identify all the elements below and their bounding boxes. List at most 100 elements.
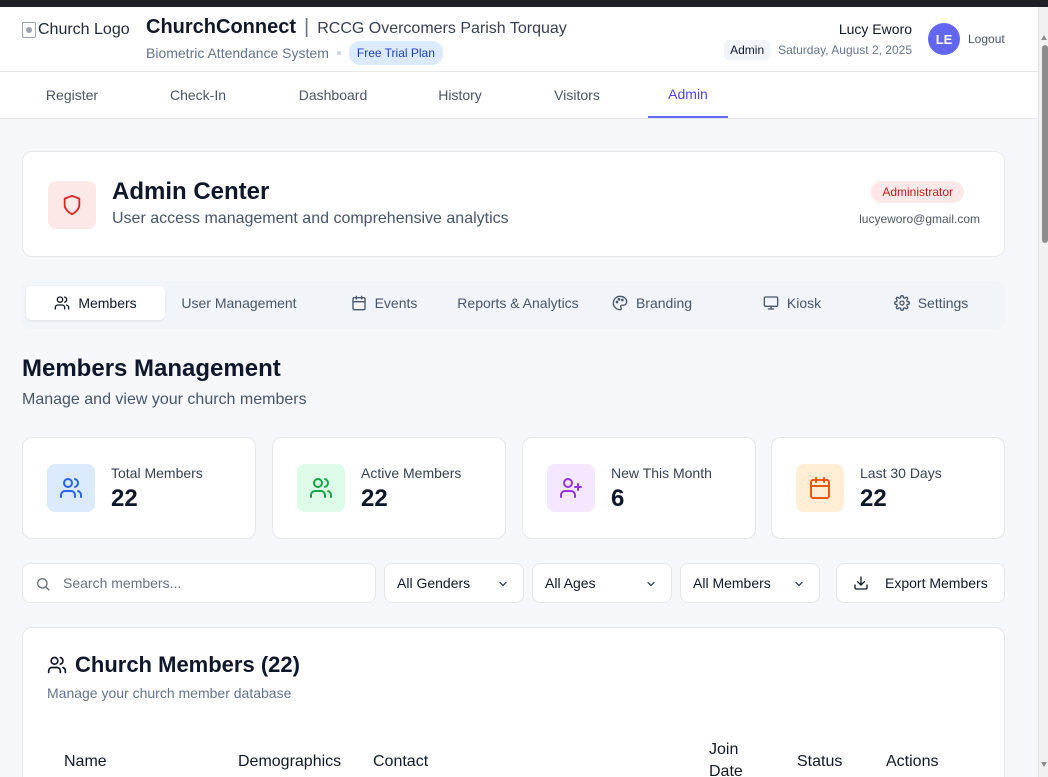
user-meta: Admin Saturday, August 2, 2025	[724, 40, 912, 60]
stat-icon-box	[796, 464, 844, 512]
gear-icon	[893, 295, 910, 311]
page-scrollbar[interactable]	[1038, 7, 1048, 777]
stat-icon-box	[547, 464, 595, 512]
subtab-branding-label: Branding	[635, 295, 693, 311]
column-header-status: Status	[797, 753, 843, 770]
user-name: Lucy Eworo	[838, 21, 912, 37]
subtab-user-management[interactable]: User Management	[168, 286, 310, 320]
subtab-reports[interactable]: Reports & Analytics	[448, 286, 588, 320]
monitor-icon	[763, 296, 779, 310]
tab-admin[interactable]: Admin	[648, 72, 728, 118]
subtab-kiosk[interactable]: Kiosk	[722, 286, 862, 320]
chevron-down-icon	[499, 581, 507, 587]
users-icon	[47, 656, 67, 674]
users-icon	[54, 296, 70, 310]
column-header-date: Date	[709, 763, 743, 777]
admin-center-title: Admin Center	[112, 178, 270, 205]
admin-center-card: Admin Center User access management and …	[22, 151, 1005, 257]
church-logo: Church Logo	[22, 21, 130, 39]
export-members-button[interactable]: Export Members	[836, 563, 1005, 603]
chevron-down-icon	[795, 581, 803, 587]
stat-value: 22	[860, 485, 887, 512]
church-members-title: Church Members (22)	[75, 652, 300, 677]
members-management-subtitle: Manage and view your church members	[22, 391, 307, 408]
column-header-contact: Contact	[373, 753, 429, 770]
tab-visitors[interactable]: Visitors	[537, 72, 617, 118]
stat-value: 22	[361, 485, 388, 512]
admin-subtabs: Members User Management Events Reports &…	[22, 281, 1005, 329]
column-header-actions: Actions	[886, 753, 939, 770]
search-icon	[37, 578, 50, 591]
admin-center-subtitle: User access management and comprehensive…	[112, 210, 509, 227]
search-input[interactable]	[63, 564, 363, 602]
avatar[interactable]: LE	[928, 23, 960, 55]
scrollbar-thumb[interactable]	[1042, 45, 1048, 243]
subtab-settings[interactable]: Settings	[860, 286, 1002, 320]
parish-name: RCCG Overcomers Parish Torquay	[317, 20, 567, 37]
palette-icon	[612, 295, 628, 311]
current-date: Saturday, August 2, 2025	[778, 43, 912, 57]
stat-icon-box	[297, 464, 345, 512]
system-name: Biometric Attendance System	[146, 45, 329, 61]
tab-check-in[interactable]: Check-In	[148, 72, 248, 118]
church-logo-alt-text: Church Logo	[38, 21, 130, 38]
stat-label: Last 30 Days	[860, 465, 942, 481]
subtab-members[interactable]: Members	[26, 286, 165, 320]
stat-label: Active Members	[361, 465, 462, 481]
age-filter-select[interactable]: All Ages	[532, 563, 672, 603]
scroll-up-icon[interactable]	[1041, 35, 1047, 40]
member-type-filter-select[interactable]: All Members	[680, 563, 820, 603]
stat-label: Total Members	[111, 465, 203, 481]
user-plus-icon	[560, 478, 582, 498]
subtab-events[interactable]: Events	[314, 286, 454, 320]
stat-value: 6	[611, 485, 625, 512]
age-filter-value: All Ages	[545, 575, 596, 591]
broken-image-icon	[22, 22, 36, 38]
subtab-reports-label: Reports & Analytics	[457, 295, 579, 311]
stat-label: New This Month	[611, 465, 712, 481]
brand-subrow: Biometric Attendance System Free Trial P…	[146, 41, 443, 65]
members-management-title: Members Management	[22, 355, 281, 382]
brand: ChurchConnect | RCCG Overcomers Parish T…	[146, 16, 567, 39]
tab-dashboard[interactable]: Dashboard	[287, 72, 379, 118]
tab-register[interactable]: Register	[22, 72, 122, 118]
stat-card-active-members: Active Members 22	[272, 437, 506, 539]
plan-badge: Free Trial Plan	[348, 41, 443, 65]
gender-filter-select[interactable]: All Genders	[384, 563, 524, 603]
member-type-filter-value: All Members	[693, 575, 771, 591]
administrator-badge: Administrator	[871, 181, 964, 203]
subtab-members-label: Members	[78, 295, 137, 311]
calendar-icon	[351, 295, 366, 311]
logout-button[interactable]: Logout	[968, 32, 1005, 46]
separator-dot	[336, 51, 341, 55]
window-top-strip	[0, 0, 1048, 7]
app-name: ChurchConnect	[146, 16, 296, 38]
shield-icon	[63, 194, 81, 216]
stat-card-last-30-days: Last 30 Days 22	[771, 437, 1005, 539]
calendar-icon	[810, 477, 830, 499]
scroll-down-icon[interactable]	[1041, 762, 1047, 767]
stat-card-new-this-month: New This Month 6	[522, 437, 756, 539]
gender-filter-value: All Genders	[397, 575, 471, 591]
column-header-demographics: Demographics	[238, 753, 342, 770]
church-members-card: Church Members (22) Manage your church m…	[22, 627, 1005, 777]
stat-value: 22	[111, 485, 138, 512]
admin-email: lucyeworo@gmail.com	[859, 212, 980, 226]
subtab-kiosk-label: Kiosk	[786, 295, 822, 311]
column-header-join: Join	[709, 741, 739, 758]
subtab-branding[interactable]: Branding	[582, 286, 722, 320]
download-icon	[854, 576, 868, 590]
user-role-badge: Admin	[724, 40, 771, 60]
users-icon	[310, 478, 332, 498]
stat-icon-box	[47, 464, 95, 512]
subtab-user-management-label: User Management	[181, 295, 297, 311]
stat-card-total-members: Total Members 22	[22, 437, 256, 539]
users-icon	[60, 478, 82, 498]
church-members-subtitle: Manage your church member database	[47, 685, 292, 701]
app-header: Church Logo ChurchConnect | RCCG Overcom…	[0, 7, 1038, 72]
church-members-heading: Church Members (22)	[47, 652, 300, 678]
tab-history[interactable]: History	[420, 72, 500, 118]
brand-separator: |	[304, 16, 310, 38]
chevron-down-icon	[647, 581, 655, 587]
subtab-events-label: Events	[374, 295, 418, 311]
